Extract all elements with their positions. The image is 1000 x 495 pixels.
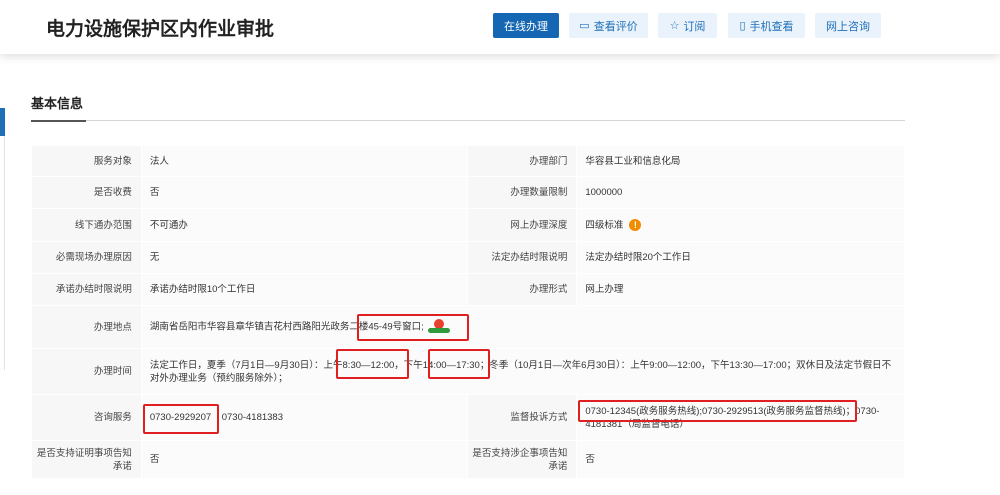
legal-time-value: 法定办结时限20个工作日 <box>576 241 905 274</box>
table-row: 承诺办结时限说明 承诺办结时限10个工作日 办理形式 网上办理 <box>31 273 905 306</box>
dept-value: 华容县工业和信息化局 <box>576 145 905 177</box>
fee-value: 否 <box>140 176 468 209</box>
consult-cell: 0730-2929207 0730-4181383 <box>140 394 468 441</box>
address-cell: 湖南省岳阳市华容县章华镇吉花村西路阳光政务二楼45-49号窗口; <box>140 305 906 349</box>
comment-icon: ▭ <box>579 20 590 32</box>
table-row: 服务对象 法人 办理部门 华容县工业和信息化局 <box>31 145 905 177</box>
mobile-view-label: 手机查看 <box>749 20 794 33</box>
consult-phone-2: 0730-4181383 <box>221 412 284 423</box>
online-consult-button[interactable]: 网上咨询 <box>815 13 881 38</box>
section-title: 基本信息 <box>31 96 84 111</box>
mobile-view-button[interactable]: ▯ 手机查看 <box>728 13 805 38</box>
phone-icon: ▯ <box>739 20 746 32</box>
hours-label: 办理时间 <box>31 348 142 395</box>
form-label: 办理形式 <box>466 273 578 306</box>
consult-phone-1: 0730-2929207 <box>149 412 212 423</box>
map-icon[interactable] <box>428 316 451 335</box>
promise-time-label: 承诺办结时限说明 <box>31 273 142 306</box>
table-row: 必需现场办理原因 无 法定办结时限说明 法定办结时限20个工作日 <box>31 241 905 274</box>
star-icon: ☆ <box>669 20 680 32</box>
depth-cell: 四级标准! <box>576 208 905 242</box>
subscribe-label: 订阅 <box>683 20 706 33</box>
promise-time-value: 承诺办结时限10个工作日 <box>140 273 468 306</box>
table-row: 咨询服务 0730-2929207 0730-4181383 监督投诉方式 07… <box>31 394 905 441</box>
enterprise-value: 否 <box>576 440 905 479</box>
subscribe-button[interactable]: ☆ 订阅 <box>658 13 717 38</box>
view-review-label: 查看评价 <box>593 20 638 33</box>
offline-label: 线下通办范围 <box>31 208 142 242</box>
table-row: 办理地点 湖南省岳阳市华容县章华镇吉花村西路阳光政务二楼45-49号窗口; <box>31 305 906 349</box>
legal-time-label: 法定办结时限说明 <box>466 241 578 274</box>
complaint-label: 监督投诉方式 <box>466 394 578 441</box>
table-row: 线下通办范围 不可通办 网上办理深度 四级标准! <box>31 208 905 242</box>
depth-label: 网上办理深度 <box>466 208 578 242</box>
consult-label: 咨询服务 <box>31 394 142 441</box>
enterprise-label: 是否支持涉企事项告知承诺 <box>466 440 578 479</box>
complaint-value: 0730-12345(政务服务热线);0730-2929513(政务服务监督热线… <box>576 394 905 441</box>
online-apply-label: 在线办理 <box>504 20 548 33</box>
address-value: 湖南省岳阳市华容县章华镇吉花村西路阳光政务二楼45-49号窗口; <box>149 321 424 333</box>
service-target-value: 法人 <box>140 145 468 177</box>
form-value: 网上办理 <box>576 273 905 306</box>
service-target-label: 服务对象 <box>31 145 142 177</box>
offline-value: 不可通办 <box>140 208 468 242</box>
page-title: 电力设施保护区内作业审批 <box>46 19 275 40</box>
cert-value: 否 <box>140 440 468 479</box>
depth-value: 四级标准 <box>585 219 624 231</box>
view-review-button[interactable]: ▭ 查看评价 <box>569 13 648 38</box>
address-label: 办理地点 <box>31 305 142 349</box>
section-divider <box>31 120 905 121</box>
table-row: 是否支持证明事项告知承诺 否 是否支持涉企事项告知承诺 否 <box>31 440 905 479</box>
side-panel-edge <box>0 136 5 370</box>
table-row: 是否收费 否 办理数量限制 1000000 <box>31 176 905 209</box>
limit-value: 1000000 <box>576 176 905 209</box>
onsite-label: 必需现场办理原因 <box>31 241 142 274</box>
limit-label: 办理数量限制 <box>466 176 578 209</box>
basic-info-table: 服务对象 法人 办理部门 华容县工业和信息化局 是否收费 否 办理数量限制 10… <box>31 145 906 479</box>
table-row: 办理时间 法定工作日，夏季（7月1日—9月30日）：上午8:30—12:00，下… <box>31 348 906 395</box>
online-consult-label: 网上咨询 <box>826 20 870 33</box>
section-divider-accent <box>31 120 86 122</box>
fee-label: 是否收费 <box>31 176 142 209</box>
hours-value: 法定工作日，夏季（7月1日—9月30日）：上午8:30—12:00，下午14:0… <box>140 348 906 395</box>
warning-icon[interactable]: ! <box>629 218 642 231</box>
side-indicator[interactable] <box>0 108 5 136</box>
dept-label: 办理部门 <box>466 145 578 177</box>
onsite-value: 无 <box>140 241 468 274</box>
online-apply-button[interactable]: 在线办理 <box>493 13 559 38</box>
cert-label: 是否支持证明事项告知承诺 <box>31 440 142 479</box>
page-header: 电力设施保护区内作业审批 在线办理 ▭ 查看评价 ☆ 订阅 ▯ 手机查看 网上咨… <box>0 0 1000 54</box>
